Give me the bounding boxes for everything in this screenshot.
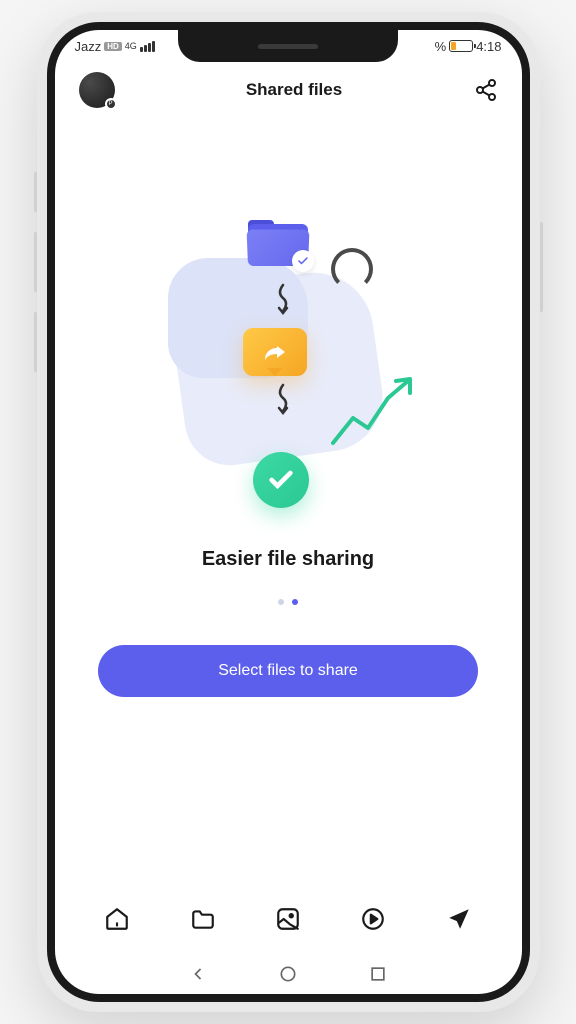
illustration [148,218,428,518]
main-content: Easier file sharing Select files to shar… [55,118,522,884]
battery-percent: % [435,39,447,54]
phone-mockup-frame: Jazz HD 4G % 4:18 P Shared files [37,12,540,1012]
ring-icon [331,248,373,290]
signal-icon [140,41,155,52]
nav-video-icon[interactable] [357,903,389,935]
share-box-icon [243,328,307,376]
page-indicator [278,599,298,605]
clock: 4:18 [476,39,501,54]
nav-files-icon[interactable] [187,903,219,935]
page-title: Shared files [246,80,342,100]
share-icon[interactable] [474,78,498,102]
avatar-badge: P [105,98,117,110]
arrow-down-squiggle-icon [273,283,293,318]
nav-send-icon[interactable] [443,903,475,935]
android-nav-bar [55,954,522,994]
android-home-icon[interactable] [278,964,298,984]
bottom-nav [55,884,522,954]
nav-photos-icon[interactable] [272,903,304,935]
page-dot[interactable] [278,599,284,605]
folder-icon [248,218,308,266]
carrier-label: Jazz [75,39,102,54]
phone-side-buttons-left [34,172,37,392]
android-recents-icon[interactable] [368,964,388,984]
android-back-icon[interactable] [188,964,208,984]
trend-up-icon [328,373,418,453]
nav-home-icon[interactable] [101,903,133,935]
phone-side-button-right [540,222,543,312]
avatar[interactable]: P [79,72,115,108]
checkmark-circle-icon [253,452,309,508]
page-dot[interactable] [292,599,298,605]
onboarding-heading: Easier file sharing [202,548,374,571]
select-files-button[interactable]: Select files to share [98,645,478,697]
phone-notch [178,30,398,62]
hd-badge: HD [104,42,122,51]
network-type: 4G [125,41,137,51]
arrow-down-squiggle-icon [273,383,293,418]
app-header: P Shared files [55,62,522,118]
battery-icon [449,40,473,52]
